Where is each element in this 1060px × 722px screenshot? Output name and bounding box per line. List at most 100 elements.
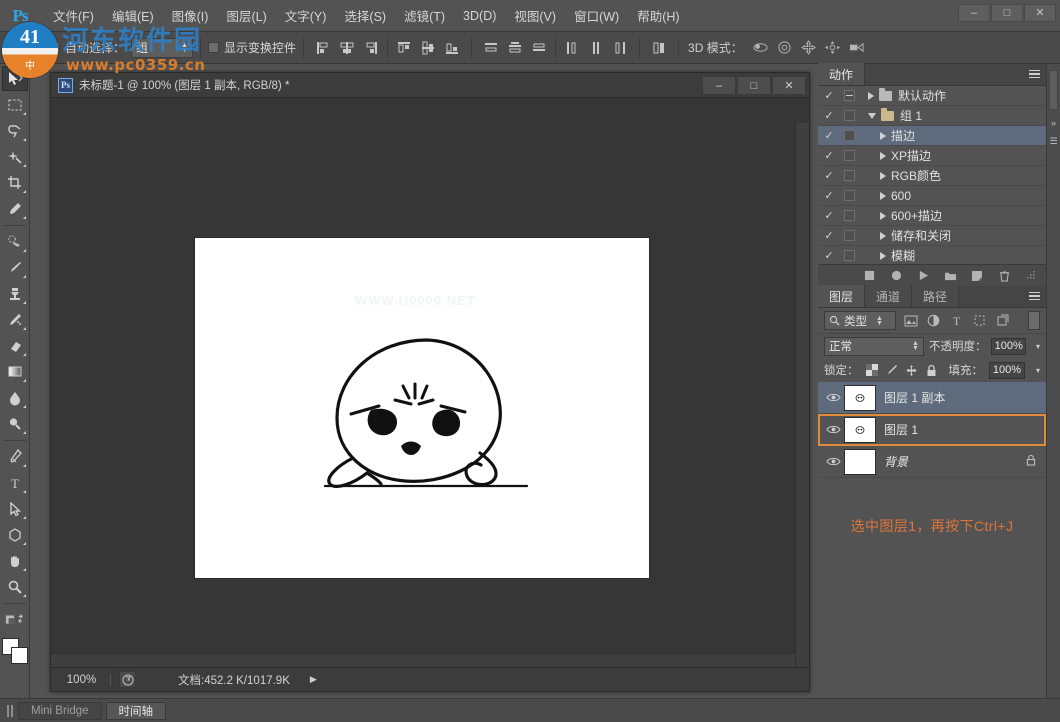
canvas-area[interactable]: WWW.U0000.NET [51, 98, 809, 668]
document-maximize-button[interactable]: □ [737, 76, 771, 95]
layer-visibility-icon[interactable] [822, 424, 844, 435]
layer-thumbnail[interactable] [844, 448, 876, 475]
align-horizontal-centers-icon[interactable] [336, 37, 358, 59]
blend-mode-dropdown[interactable]: 正常 ▲ ▼ [824, 336, 924, 356]
lasso-tool[interactable] [2, 118, 28, 143]
background-color-swatch[interactable] [10, 647, 28, 664]
action-row-600-stroke[interactable]: ✓ 600+描边 [818, 206, 1046, 226]
tab-mini-bridge[interactable]: Mini Bridge [18, 701, 102, 720]
layer-row-background[interactable]: 背景 [818, 446, 1046, 478]
actions-panel-menu-icon[interactable] [1024, 69, 1040, 81]
disclosure-triangle-icon[interactable] [868, 112, 876, 119]
disclosure-triangle-icon[interactable] [880, 131, 886, 140]
menu-item-3d[interactable]: 3D(D) [454, 5, 505, 27]
layer-visibility-icon[interactable] [822, 456, 844, 467]
opacity-value[interactable]: 100% [991, 337, 1026, 355]
action-dialog-box-icon[interactable] [840, 190, 858, 201]
disclosure-triangle-icon[interactable] [880, 231, 886, 240]
align-right-edges-icon[interactable] [360, 37, 382, 59]
action-toggle-check-icon[interactable]: ✓ [818, 109, 840, 122]
distribute-left-edges-icon[interactable] [561, 37, 583, 59]
eraser-tool[interactable] [2, 333, 28, 358]
horizontal-type-tool[interactable]: T [2, 470, 28, 495]
menu-item-filter[interactable]: 滤镜(T) [395, 2, 454, 29]
tab-paths[interactable]: 路径 [912, 285, 960, 307]
gradient-tool[interactable] [2, 359, 28, 384]
magic-wand-tool[interactable] [2, 144, 28, 169]
document-title-bar[interactable]: Ps 未标题-1 @ 100% (图层 1 副本, RGB/8) * – □ ✕ [51, 73, 809, 98]
align-top-edges-icon[interactable] [393, 37, 415, 59]
action-row-blur[interactable]: ✓ 模糊 [818, 246, 1046, 266]
action-row-group-1[interactable]: ✓ 组 1 [818, 106, 1046, 126]
canvas-vertical-scrollbar[interactable] [795, 123, 809, 668]
bottom-bar-grip[interactable] [6, 703, 14, 719]
filter-pixel-icon[interactable] [902, 312, 919, 329]
action-dialog-box-icon[interactable] [840, 110, 858, 121]
clone-stamp-tool[interactable] [2, 281, 28, 306]
layer-visibility-icon[interactable] [822, 392, 844, 403]
action-toggle-check-icon[interactable]: ✓ [818, 229, 840, 242]
record-icon[interactable] [889, 269, 903, 283]
disclosure-triangle-icon[interactable] [868, 91, 874, 100]
distribute-bottom-edges-icon[interactable] [528, 37, 550, 59]
rail-scroll-thumb[interactable] [1049, 70, 1058, 110]
rectangular-marquee-tool[interactable] [2, 92, 28, 117]
distribute-vertical-centers-icon[interactable] [504, 37, 526, 59]
brush-tool[interactable] [2, 255, 28, 280]
status-preview-icon[interactable] [119, 671, 136, 688]
3d-roll-icon[interactable] [774, 37, 796, 59]
lock-transparent-pixels-icon[interactable] [865, 363, 879, 377]
maximize-button[interactable]: □ [991, 4, 1023, 22]
3d-slide-icon[interactable] [822, 37, 844, 59]
menu-item-view[interactable]: 视图(V) [505, 2, 565, 29]
layer-thumbnail[interactable] [844, 384, 876, 411]
close-button[interactable]: ✕ [1024, 4, 1056, 22]
tab-channels[interactable]: 通道 [865, 285, 913, 307]
action-row-xp-stroke[interactable]: ✓ XP描边 [818, 146, 1046, 166]
zoom-tool[interactable] [2, 574, 28, 599]
filter-type-dropdown[interactable]: 类型 ▲ ▼ [824, 311, 896, 330]
layers-panel-menu-icon[interactable] [1024, 291, 1040, 303]
play-icon[interactable] [916, 269, 930, 283]
panel-resize-grip[interactable] [1024, 269, 1038, 283]
menu-item-select[interactable]: 选择(S) [335, 2, 395, 29]
color-swatches[interactable] [1, 638, 28, 664]
action-row-default-actions[interactable]: ✓ 默认动作 [818, 86, 1046, 106]
canvas-horizontal-scrollbar[interactable] [51, 653, 795, 667]
disclosure-triangle-icon[interactable] [880, 211, 886, 220]
action-dialog-box-icon[interactable] [840, 130, 858, 141]
action-toggle-check-icon[interactable]: ✓ [818, 149, 840, 162]
align-bottom-edges-icon[interactable] [441, 37, 463, 59]
distribute-horizontal-centers-icon[interactable] [585, 37, 607, 59]
action-dialog-box-icon[interactable] [840, 90, 858, 101]
document-minimize-button[interactable]: – [702, 76, 736, 95]
quick-mask-toggle[interactable] [2, 607, 28, 632]
action-toggle-check-icon[interactable]: ✓ [818, 209, 840, 222]
align-vertical-centers-icon[interactable] [417, 37, 439, 59]
action-toggle-check-icon[interactable]: ✓ [818, 189, 840, 202]
layer-row-layer1[interactable]: 图层 1 [818, 414, 1046, 446]
action-dialog-box-icon[interactable] [840, 210, 858, 221]
fill-stepper-icon[interactable]: ▾ [1036, 366, 1040, 374]
disclosure-triangle-icon[interactable] [880, 251, 886, 260]
distribute-right-edges-icon[interactable] [609, 37, 631, 59]
3d-drag-icon[interactable] [798, 37, 820, 59]
pen-tool[interactable] [2, 444, 28, 469]
layer-row-copy[interactable]: 图层 1 副本 [818, 382, 1046, 414]
expand-panels-icon[interactable]: » [1047, 118, 1060, 128]
distribute-top-edges-icon[interactable] [480, 37, 502, 59]
spot-healing-brush-tool[interactable] [2, 229, 28, 254]
3d-rotate-icon[interactable] [750, 37, 772, 59]
menu-item-help[interactable]: 帮助(H) [628, 2, 688, 29]
zoom-level[interactable]: 100% [59, 673, 111, 686]
crop-tool[interactable] [2, 170, 28, 195]
new-action-icon[interactable] [970, 269, 984, 283]
new-set-icon[interactable] [943, 269, 957, 283]
lock-position-icon[interactable] [905, 363, 919, 377]
action-row-600[interactable]: ✓ 600 [818, 186, 1046, 206]
blur-tool[interactable] [2, 385, 28, 410]
path-selection-tool[interactable] [2, 496, 28, 521]
hand-tool[interactable] [2, 548, 28, 573]
action-toggle-check-icon[interactable]: ✓ [818, 169, 840, 182]
lock-all-icon[interactable] [925, 363, 939, 377]
